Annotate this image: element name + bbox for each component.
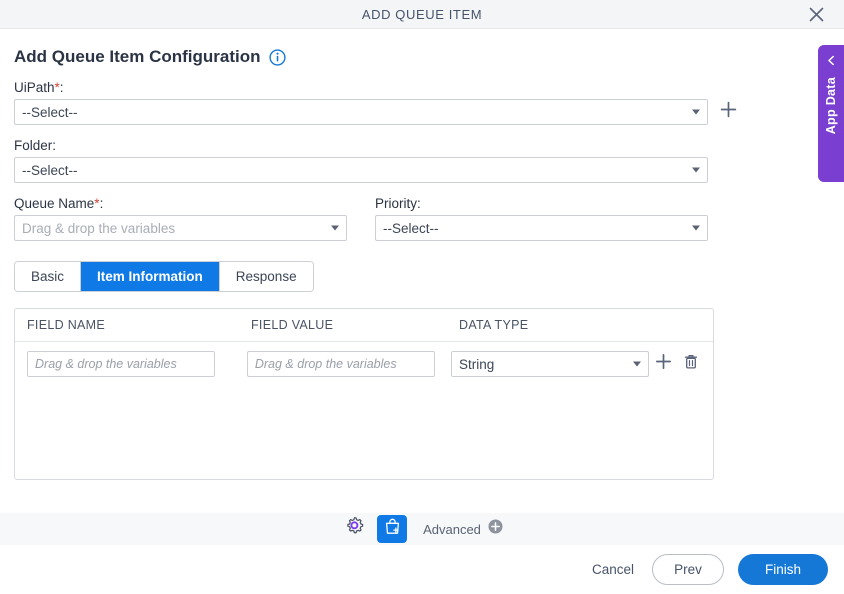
shopping-bag-plus-icon xyxy=(383,517,402,541)
uipath-label-text: UiPath xyxy=(14,80,55,95)
dialog-action-bar: Cancel Prev Finish xyxy=(0,545,844,594)
priority-group: Priority: --Select-- xyxy=(375,183,708,241)
chevron-down-icon xyxy=(633,361,641,367)
queue-name-select[interactable]: Drag & drop the variables xyxy=(14,215,347,241)
folder-label: Folder: xyxy=(14,138,830,153)
advanced-toggle[interactable]: Advanced xyxy=(423,519,503,539)
tab-item-information[interactable]: Item Information xyxy=(81,262,220,291)
queue-name-label: Queue Name*: xyxy=(14,196,347,211)
add-row-button[interactable] xyxy=(653,353,673,375)
folder-label-text: Folder xyxy=(14,138,53,153)
plus-circle-icon xyxy=(488,519,503,539)
dialog-titlebar: ADD QUEUE ITEM xyxy=(0,0,844,29)
finish-button[interactable]: Finish xyxy=(738,554,828,585)
queue-priority-row: Queue Name*: Drag & drop the variables P… xyxy=(14,183,830,241)
column-header-field-name: FIELD NAME xyxy=(27,318,106,332)
table-header-row: FIELD NAME FIELD VALUE DATA TYPE xyxy=(15,309,713,342)
delete-row-button[interactable] xyxy=(681,353,701,375)
column-header-field-value: FIELD VALUE xyxy=(251,318,334,332)
info-icon[interactable] xyxy=(268,48,286,66)
app-data-panel-tab[interactable]: App Data xyxy=(818,45,844,182)
field-value-input[interactable] xyxy=(246,351,435,377)
settings-button[interactable] xyxy=(341,516,367,542)
prev-button[interactable]: Prev xyxy=(652,554,724,585)
add-uipath-button[interactable] xyxy=(718,101,738,123)
queue-name-group: Queue Name*: Drag & drop the variables xyxy=(14,183,347,241)
close-icon xyxy=(809,7,824,22)
cell-data-type: String xyxy=(451,351,649,377)
priority-label-text: Priority xyxy=(375,196,418,211)
add-queue-item-dialog: ADD QUEUE ITEM Add Queue Item Configurat… xyxy=(0,0,844,594)
data-type-select[interactable]: String xyxy=(451,351,649,377)
uipath-select[interactable]: --Select-- xyxy=(14,99,708,125)
column-header-data-type: DATA TYPE xyxy=(459,318,529,332)
close-button[interactable] xyxy=(798,0,834,28)
uipath-label-colon: : xyxy=(59,80,64,95)
page-title: Add Queue Item Configuration xyxy=(14,47,261,66)
table-row: String xyxy=(15,342,713,377)
chevron-down-icon xyxy=(331,225,339,231)
queue-item-button[interactable] xyxy=(377,515,408,543)
advanced-label: Advanced xyxy=(423,521,481,537)
bottom-toolbar: Advanced xyxy=(0,513,844,545)
priority-select-value: --Select-- xyxy=(383,220,439,236)
configuration-tabs: Basic Item Information Response xyxy=(14,261,314,292)
dialog-title: ADD QUEUE ITEM xyxy=(361,6,483,22)
tab-response[interactable]: Response xyxy=(219,262,313,291)
trash-icon xyxy=(683,353,699,375)
item-fields-table: FIELD NAME FIELD VALUE DATA TYPE String xyxy=(14,308,714,480)
chevron-down-icon xyxy=(692,109,700,115)
plus-icon xyxy=(720,101,737,123)
queue-name-label-colon: : xyxy=(99,196,104,211)
row-actions xyxy=(653,353,701,375)
tab-basic[interactable]: Basic xyxy=(15,262,82,291)
uipath-select-value: --Select-- xyxy=(22,104,78,120)
plus-icon xyxy=(655,353,672,375)
chevron-down-icon xyxy=(692,167,700,173)
folder-label-colon: : xyxy=(52,138,57,153)
priority-label-colon: : xyxy=(417,196,421,211)
cell-field-value xyxy=(246,351,451,377)
queue-name-placeholder: Drag & drop the variables xyxy=(22,220,176,236)
field-name-input[interactable] xyxy=(27,351,215,377)
data-type-value: String xyxy=(459,356,495,372)
dialog-body: Add Queue Item Configuration UiPath*: --… xyxy=(0,29,844,513)
page-title-row: Add Queue Item Configuration xyxy=(14,29,830,67)
priority-label: Priority: xyxy=(375,196,708,211)
uipath-row: --Select-- xyxy=(14,99,830,125)
cancel-button[interactable]: Cancel xyxy=(588,556,638,583)
chevron-left-icon xyxy=(826,53,837,71)
uipath-label: UiPath*: xyxy=(14,80,830,95)
folder-select-value: --Select-- xyxy=(22,162,78,178)
cell-field-name xyxy=(27,351,247,377)
priority-select[interactable]: --Select-- xyxy=(375,215,708,241)
gear-icon xyxy=(344,516,365,542)
chevron-down-icon xyxy=(692,225,700,231)
queue-name-label-text: Queue Name xyxy=(14,196,95,211)
folder-select[interactable]: --Select-- xyxy=(14,157,708,183)
app-data-label: App Data xyxy=(824,77,838,135)
